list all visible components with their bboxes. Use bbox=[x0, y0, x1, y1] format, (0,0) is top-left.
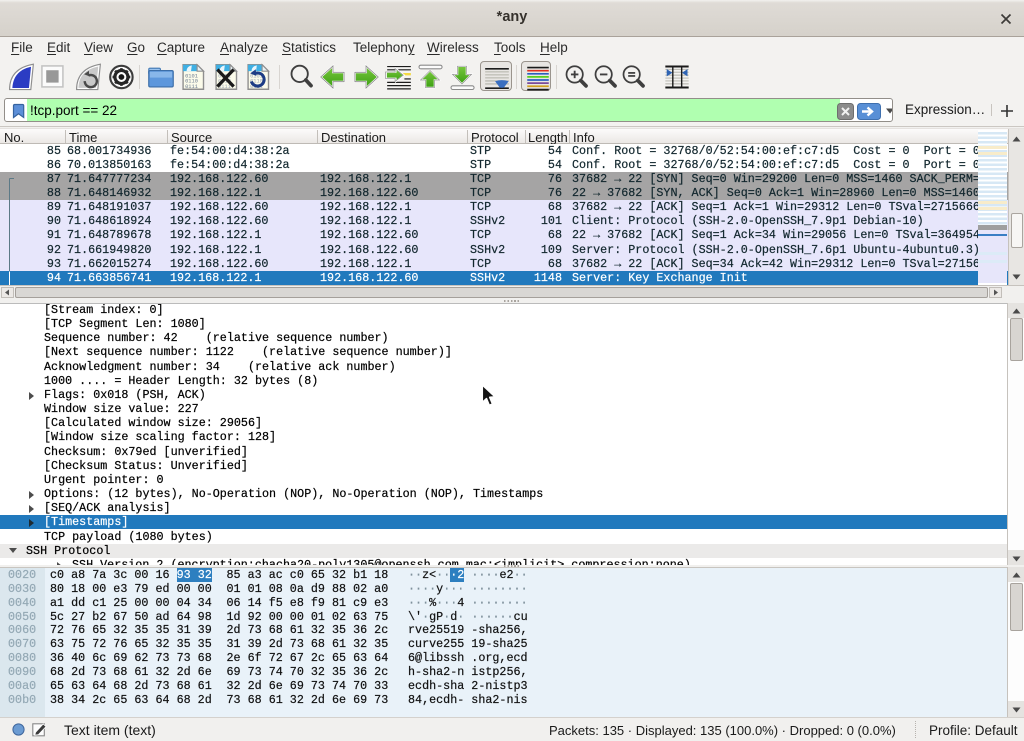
svg-text:0111: 0111 bbox=[185, 84, 198, 90]
